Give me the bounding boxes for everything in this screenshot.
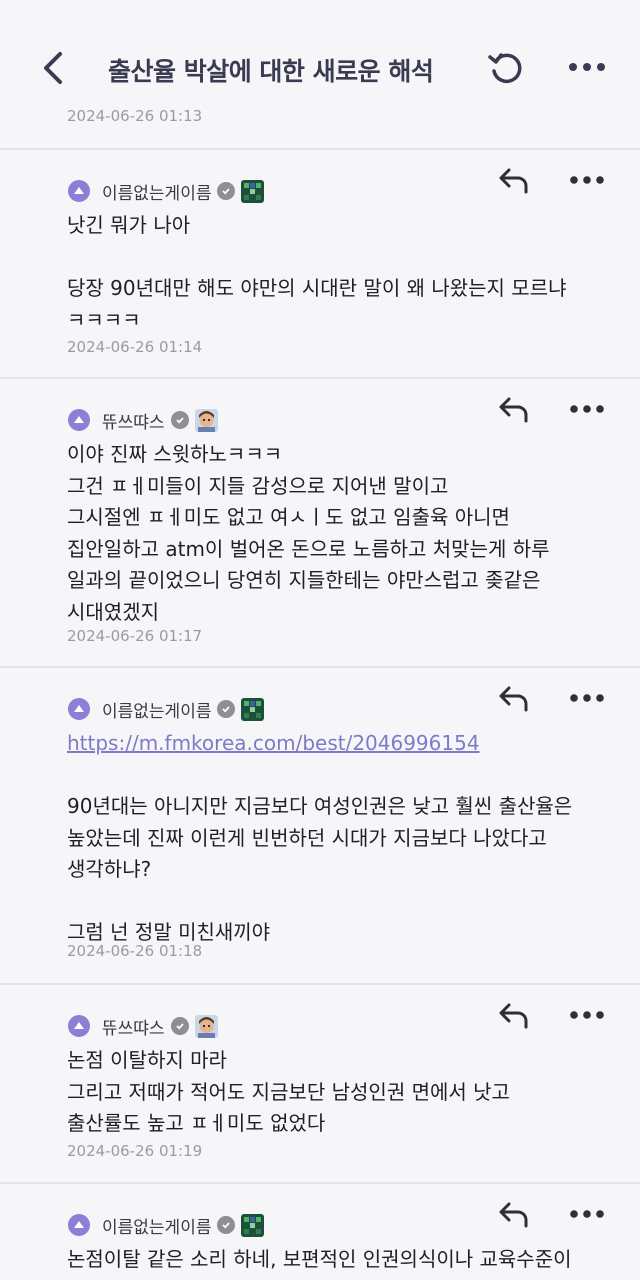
face-avatar-icon xyxy=(194,408,218,432)
level-badge-icon xyxy=(68,409,90,431)
comment: 뜌쓰땨스 논점 이탈하지 마라그리고 저때가 적어도 지금보단 남성인권 면에서… xyxy=(0,985,640,1181)
comment-line: 논점 이탈하지 마라 xyxy=(67,1048,227,1072)
comment-author-row: 이름없는게이름 xyxy=(68,178,265,204)
verified-check-icon xyxy=(217,182,236,200)
verified-check-icon xyxy=(170,1017,189,1035)
comment-line: 그건 ㅍㅔ미들이 지들 감성으로 지어낸 말이고 xyxy=(67,473,449,498)
comment-body: 논점이탈 같은 소리 하네, 보편적인 인권의식이나 교육수준이 xyxy=(67,1244,627,1276)
page-title: 출산율 박살에 대한 새로운 해석 xyxy=(108,57,434,86)
comment-author-row: 이름없는게이름 xyxy=(68,1212,265,1238)
comment-body: 이야 진짜 스윗하노ㅋㅋㅋ 그건 ㅍㅔ미들이 지들 감성으로 지어낸 말이고그시절… xyxy=(67,439,627,628)
comment-author[interactable]: 이름없는게이름 xyxy=(102,1213,211,1238)
comment-line xyxy=(67,242,627,274)
comment-line xyxy=(67,886,627,918)
top-bar: 출산율 박살에 대한 새로운 해석 xyxy=(0,0,640,100)
comment-line: 논점이탈 같은 소리 하네, 보편적인 인권의식이나 교육수준이 xyxy=(67,1247,572,1271)
more-options-icon[interactable] xyxy=(568,401,606,417)
comment-body: 낫긴 뭐가 나아 당장 90년대만 해도 야만의 시대란 말이 왜 나왔는지 모… xyxy=(67,210,627,336)
comment-body: 논점 이탈하지 마라그리고 저때가 적어도 지금보단 남성인권 면에서 낫고출산… xyxy=(67,1045,627,1140)
comment-line: 일과의 끝이었으니 당연히 지들한테는 야만스럽고 좆같은 xyxy=(67,568,541,592)
more-options-icon[interactable] xyxy=(568,1007,606,1023)
comment: 이름없는게이름 논점이탈 같은 소리 하네, 보편적인 인권의식이나 교육수준이 xyxy=(0,1184,640,1280)
comment-author-row: 뜌쓰땨스 xyxy=(68,1013,218,1039)
verified-check-icon xyxy=(217,700,236,718)
reply-icon[interactable] xyxy=(496,1001,530,1031)
comment-line: 집안일하고 atm이 벌어온 돈으로 노름하고 처맞는게 하루 xyxy=(67,536,550,561)
comment-timestamp: 2024-06-26 01:18 xyxy=(67,942,203,960)
comment-link[interactable]: https://m.fmkorea.com/best/2046996154 xyxy=(67,728,627,760)
comment-line: 생각하냐? xyxy=(67,857,152,881)
comment-line: 그시절엔 ㅍㅔ미도 없고 여ㅅㅣ도 없고 임출육 아니면 xyxy=(67,505,510,529)
face-avatar-icon xyxy=(194,1014,218,1038)
comment: 뜌쓰땨스 이야 진짜 스윗하노ㅋㅋㅋ 그건 ㅍㅔ미들이 지들 감성으로 지어낸 말… xyxy=(0,379,640,665)
reply-icon[interactable] xyxy=(496,166,530,196)
comment-author[interactable]: 뜌쓰땨스 xyxy=(102,408,165,433)
comment-author[interactable]: 뜌쓰땨스 xyxy=(102,1014,165,1039)
green-pixel-avatar-icon xyxy=(241,697,265,721)
comment-line: 그리고 저때가 적어도 지금보단 남성인권 면에서 낫고 xyxy=(67,1079,510,1104)
verified-check-icon xyxy=(217,1216,236,1234)
more-options-icon[interactable] xyxy=(568,172,606,188)
post-timestamp: 2024-06-26 01:13 xyxy=(67,107,203,125)
reply-icon[interactable] xyxy=(496,1200,530,1230)
green-pixel-avatar-icon xyxy=(241,1213,265,1237)
verified-check-icon xyxy=(170,411,189,429)
comment-line xyxy=(67,760,627,792)
green-pixel-avatar-icon xyxy=(241,179,265,203)
comment-line: 이야 진짜 스윗하노ㅋㅋㅋ xyxy=(67,442,283,466)
back-arrow-icon[interactable] xyxy=(38,50,72,86)
comment-line: 출산률도 높고 ㅍㅔ미도 없었다 xyxy=(67,1111,326,1135)
comment: 이름없는게이름 https://m.fmkorea.com/best/20469… xyxy=(0,668,640,982)
comment-timestamp: 2024-06-26 01:19 xyxy=(67,1142,203,1160)
reply-icon[interactable] xyxy=(496,395,530,425)
comment-line: 높았는데 진짜 이런게 빈번하던 시대가 지금보다 나았다고 xyxy=(67,825,547,850)
level-badge-icon xyxy=(68,1214,90,1236)
more-options-icon[interactable] xyxy=(567,55,607,79)
comment-author-row: 뜌쓰땨스 xyxy=(68,407,218,433)
reply-icon[interactable] xyxy=(496,684,530,714)
comment-author[interactable]: 이름없는게이름 xyxy=(102,179,211,204)
comment-timestamp: 2024-06-26 01:17 xyxy=(67,627,203,645)
comment-line: 시대였겠지 xyxy=(67,599,159,624)
comment-line: ㅋㅋㅋㅋ xyxy=(67,307,141,332)
level-badge-icon xyxy=(68,180,90,202)
comment-line: 낫긴 뭐가 나아 xyxy=(67,213,191,237)
comment: 이름없는게이름 낫긴 뭐가 나아 당장 90년대만 해도 야만의 시대란 말이 … xyxy=(0,150,640,376)
comment-timestamp: 2024-06-26 01:14 xyxy=(67,338,203,356)
more-options-icon[interactable] xyxy=(568,690,606,706)
comment-author[interactable]: 이름없는게이름 xyxy=(102,697,211,722)
comment-line: 당장 90년대만 해도 야만의 시대란 말이 왜 나왔는지 모르냐 xyxy=(67,276,567,300)
comment-author-row: 이름없는게이름 xyxy=(68,696,265,722)
refresh-icon[interactable] xyxy=(486,47,526,87)
comment-body: https://m.fmkorea.com/best/2046996154 90… xyxy=(67,728,627,949)
level-badge-icon xyxy=(68,1015,90,1037)
level-badge-icon xyxy=(68,698,90,720)
comment-line: 90년대는 아니지만 지금보다 여성인권은 낮고 훨씬 출산율은 xyxy=(67,794,573,818)
more-options-icon[interactable] xyxy=(568,1206,606,1222)
